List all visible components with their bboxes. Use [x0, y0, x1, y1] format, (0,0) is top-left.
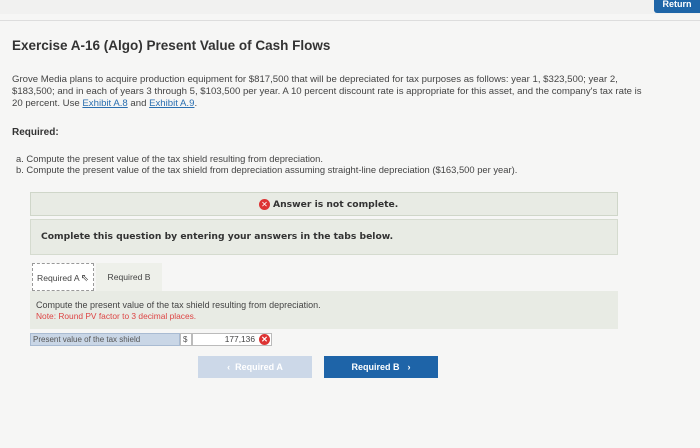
requirement-b: b. Compute the present value of the tax …: [16, 164, 518, 175]
tab-label: Required B: [107, 272, 151, 282]
required-heading: Required:: [12, 127, 59, 138]
next-required-b-button[interactable]: Required B ›: [324, 356, 438, 378]
period-text: .: [194, 98, 198, 109]
prev-label: Required A: [235, 362, 283, 372]
status-banner: ✕ Answer is not complete.: [30, 192, 618, 216]
answer-label: Present value of the tax shield: [30, 333, 180, 346]
conjunction-text: and: [127, 98, 150, 109]
instruction-text: Complete this question by entering your …: [41, 231, 394, 242]
problem-text: Grove Media plans to acquire production …: [12, 74, 652, 110]
error-x-icon: ✕: [259, 199, 270, 210]
tab-prompt: Compute the present value of the tax shi…: [36, 300, 321, 310]
pointer-cursor-icon: ⇖: [80, 273, 89, 284]
requirement-a: a. Compute the present value of the tax …: [16, 153, 323, 164]
chevron-left-icon: ‹: [227, 362, 231, 372]
tab-required-a[interactable]: Required A⇖: [32, 263, 94, 291]
rounding-note: Note: Round PV factor to 3 decimal place…: [36, 311, 197, 321]
status-message: ✕ Answer is not complete.: [259, 199, 398, 210]
top-bar: Return: [0, 0, 700, 14]
currency-symbol: $: [180, 333, 192, 346]
divider: [0, 20, 700, 21]
next-label: Required B: [351, 362, 400, 372]
tab-required-b[interactable]: Required B: [96, 263, 162, 291]
incorrect-x-icon: ✕: [259, 334, 270, 345]
chevron-right-icon: ›: [407, 362, 411, 372]
prev-required-a-button[interactable]: ‹ Required A: [198, 356, 312, 378]
page-title: Exercise A-16 (Algo) Present Value of Ca…: [12, 38, 331, 53]
status-text: Answer is not complete.: [273, 199, 399, 210]
return-button[interactable]: Return: [654, 0, 700, 13]
exhibit-a9-link[interactable]: Exhibit A.9: [149, 98, 194, 109]
tab-content-panel: Compute the present value of the tax shi…: [30, 291, 618, 329]
instruction-panel: Complete this question by entering your …: [30, 219, 618, 255]
exhibit-a8-link[interactable]: Exhibit A.8: [82, 98, 127, 109]
tab-label: Required A: [37, 273, 80, 283]
